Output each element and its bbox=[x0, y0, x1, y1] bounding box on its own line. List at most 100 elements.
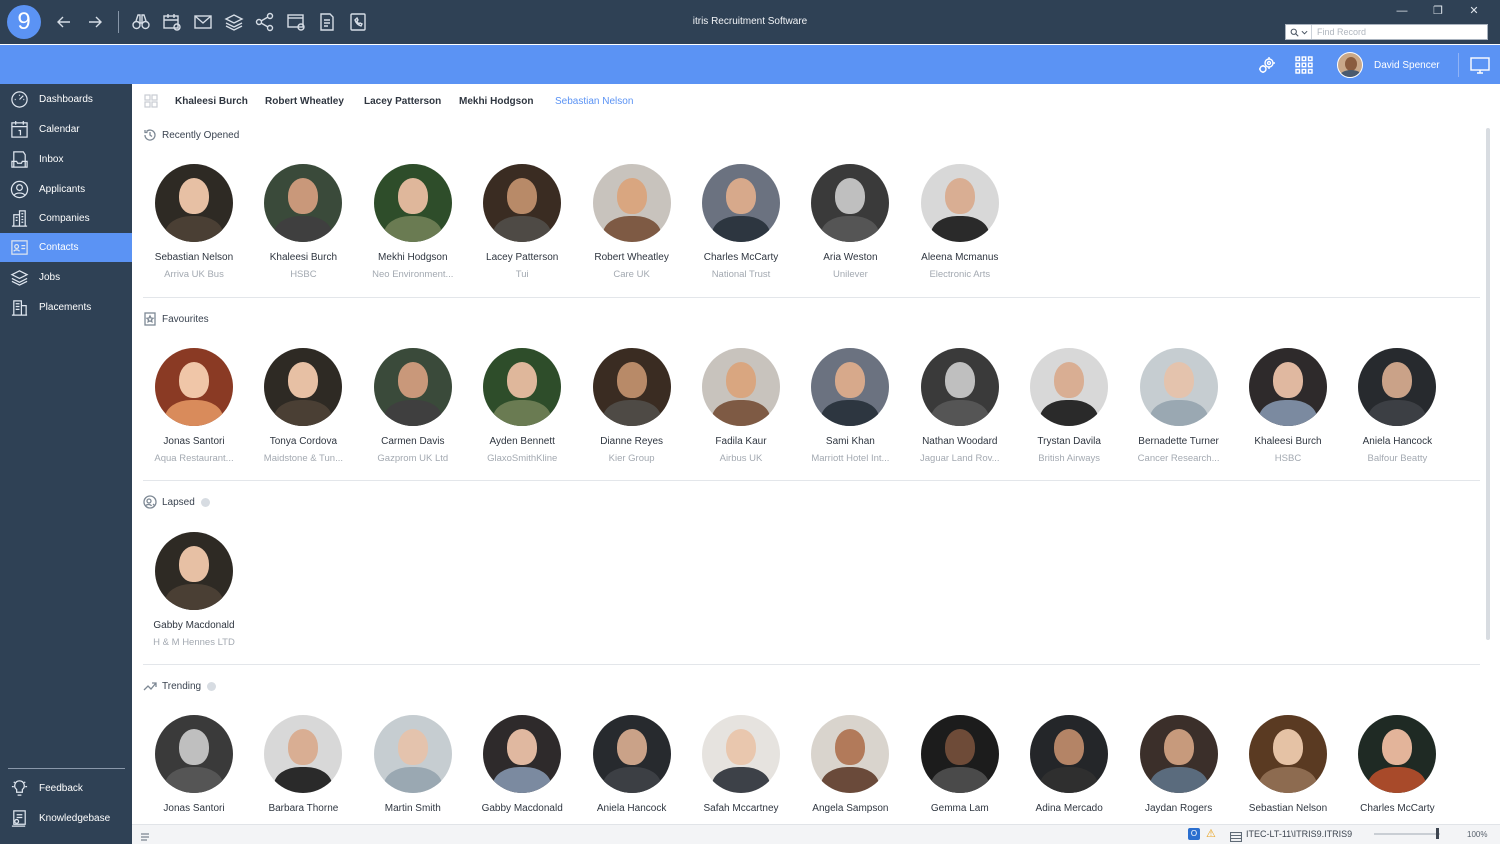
contact-name[interactable]: Aria Weston bbox=[795, 252, 905, 263]
info-icon[interactable] bbox=[207, 681, 217, 691]
sidebar-item-feedback[interactable]: Feedback bbox=[0, 774, 132, 803]
sidebar-item-applicants[interactable]: Applicants bbox=[0, 175, 132, 204]
contact-card[interactable]: Mekhi Hodgson Neo Environment... bbox=[358, 164, 468, 280]
contact-card[interactable]: Gabby Macdonald bbox=[467, 715, 577, 814]
contact-name[interactable]: Sami Khan bbox=[795, 436, 905, 447]
settings-gears-icon[interactable] bbox=[1257, 55, 1277, 75]
contact-name[interactable]: Robert Wheatley bbox=[577, 252, 687, 263]
contact-card[interactable]: Nathan Woodard Jaguar Land Rov... bbox=[905, 348, 1015, 464]
contact-avatar[interactable] bbox=[373, 164, 452, 242]
contact-avatar[interactable] bbox=[155, 715, 233, 793]
sidebar-item-calendar[interactable]: Calendar bbox=[0, 115, 132, 144]
menu-icon[interactable] bbox=[140, 829, 150, 841]
warning-icon[interactable]: ⚠ bbox=[1206, 827, 1216, 840]
contact-card[interactable]: Charles McCarty bbox=[1342, 715, 1452, 814]
contact-avatar[interactable] bbox=[811, 348, 890, 426]
contact-name[interactable]: Safah Mccartney bbox=[686, 803, 796, 814]
contact-name[interactable]: Gemma Lam bbox=[905, 803, 1015, 814]
sidebar-item-dashboards[interactable]: Dashboards bbox=[0, 85, 132, 114]
user-avatar[interactable] bbox=[1337, 52, 1363, 78]
sidebar-item-jobs[interactable]: Jobs bbox=[0, 263, 132, 292]
contact-avatar[interactable] bbox=[373, 715, 452, 793]
contact-avatar[interactable] bbox=[920, 715, 999, 793]
contact-card[interactable]: Fadila Kaur Airbus UK bbox=[686, 348, 796, 464]
contact-avatar[interactable] bbox=[920, 164, 999, 242]
contact-name[interactable]: Sebastian Nelson bbox=[1233, 803, 1343, 814]
contact-avatar[interactable] bbox=[592, 348, 671, 426]
contact-name[interactable]: Martin Smith bbox=[358, 803, 468, 814]
contact-card[interactable]: Aniela Hancock Balfour Beatty bbox=[1342, 348, 1452, 464]
sidebar-item-placements[interactable]: Placements bbox=[0, 293, 132, 322]
contact-avatar[interactable] bbox=[155, 532, 233, 610]
contact-name[interactable]: Ayden Bennett bbox=[467, 436, 577, 447]
contact-card[interactable]: Aria Weston Unilever bbox=[795, 164, 905, 280]
contact-name[interactable]: Jaydan Rogers bbox=[1124, 803, 1234, 814]
contact-name[interactable]: Bernadette Turner bbox=[1124, 436, 1234, 447]
contact-card[interactable]: Charles McCarty National Trust bbox=[686, 164, 796, 280]
tab-grid-icon[interactable] bbox=[144, 94, 158, 108]
contact-name[interactable]: Trystan Davila bbox=[1014, 436, 1124, 447]
contact-name[interactable]: Carmen Davis bbox=[358, 436, 468, 447]
contact-name[interactable]: Charles McCarty bbox=[686, 252, 796, 263]
contact-avatar[interactable] bbox=[1139, 348, 1218, 426]
contact-avatar[interactable] bbox=[811, 715, 890, 793]
tab-robert-wheatley[interactable]: Robert Wheatley bbox=[265, 96, 344, 107]
contact-card[interactable]: Jonas Santori bbox=[139, 715, 249, 814]
tab-lacey-patterson[interactable]: Lacey Patterson bbox=[364, 96, 441, 107]
contact-name[interactable]: Dianne Reyes bbox=[577, 436, 687, 447]
contact-name[interactable]: Angela Sampson bbox=[795, 803, 905, 814]
contact-name[interactable]: Aniela Hancock bbox=[577, 803, 687, 814]
contact-card[interactable]: Khaleesi Burch HSBC bbox=[248, 164, 358, 280]
contact-card[interactable]: Tonya Cordova Maidstone & Tun... bbox=[248, 348, 358, 464]
contact-name[interactable]: Tonya Cordova bbox=[248, 436, 358, 447]
app-grid-icon[interactable] bbox=[1294, 55, 1314, 75]
contact-avatar[interactable] bbox=[264, 348, 343, 426]
contact-card[interactable]: Gabby Macdonald H & M Hennes LTD bbox=[139, 532, 249, 648]
contact-avatar[interactable] bbox=[155, 348, 233, 426]
sidebar-item-inbox[interactable]: Inbox bbox=[0, 145, 132, 174]
contact-card[interactable]: Aniela Hancock bbox=[577, 715, 687, 814]
contact-avatar[interactable] bbox=[702, 715, 780, 793]
contact-avatar[interactable] bbox=[920, 348, 999, 426]
contact-card[interactable]: Safah Mccartney bbox=[686, 715, 796, 814]
contact-avatar[interactable] bbox=[264, 164, 343, 242]
contact-card[interactable]: Martin Smith bbox=[358, 715, 468, 814]
contact-name[interactable]: Fadila Kaur bbox=[686, 436, 796, 447]
contact-avatar[interactable] bbox=[702, 164, 780, 242]
monitor-icon[interactable] bbox=[1470, 55, 1490, 75]
tab-sebastian-nelson[interactable]: Sebastian Nelson bbox=[555, 96, 633, 107]
contact-card[interactable]: Jonas Santori Aqua Restaurant... bbox=[139, 348, 249, 464]
contact-avatar[interactable] bbox=[702, 348, 780, 426]
contact-avatar[interactable] bbox=[1030, 348, 1109, 426]
contact-avatar[interactable] bbox=[1358, 348, 1437, 426]
contact-card[interactable]: Jaydan Rogers bbox=[1124, 715, 1234, 814]
contact-card[interactable]: Gemma Lam bbox=[905, 715, 1015, 814]
contact-avatar[interactable] bbox=[592, 164, 671, 242]
contact-name[interactable]: Sebastian Nelson bbox=[139, 252, 249, 263]
restore-button[interactable]: ❐ bbox=[1420, 2, 1456, 20]
contact-name[interactable]: Barbara Thorne bbox=[248, 803, 358, 814]
tab-khaleesi-burch[interactable]: Khaleesi Burch bbox=[175, 96, 248, 107]
sidebar-item-companies[interactable]: Companies bbox=[0, 204, 132, 233]
contact-card[interactable]: Bernadette Turner Cancer Research... bbox=[1124, 348, 1234, 464]
sidebar-item-knowledgebase[interactable]: Knowledgebase bbox=[0, 804, 132, 833]
contact-name[interactable]: Nathan Woodard bbox=[905, 436, 1015, 447]
contact-card[interactable]: Sebastian Nelson bbox=[1233, 715, 1343, 814]
search-scope-dropdown[interactable] bbox=[1286, 25, 1312, 39]
vertical-scrollbar[interactable] bbox=[1486, 128, 1490, 640]
contact-avatar[interactable] bbox=[483, 348, 562, 426]
find-record-input[interactable] bbox=[1312, 27, 1482, 37]
user-name[interactable]: David Spencer bbox=[1374, 60, 1440, 71]
contact-avatar[interactable] bbox=[483, 715, 562, 793]
contact-avatar[interactable] bbox=[1249, 715, 1327, 793]
contact-avatar[interactable] bbox=[155, 164, 233, 242]
contact-name[interactable]: Gabby Macdonald bbox=[139, 620, 249, 631]
contact-avatar[interactable] bbox=[1139, 715, 1218, 793]
contact-card[interactable]: Ayden Bennett GlaxoSmithKline bbox=[467, 348, 577, 464]
contact-card[interactable]: Dianne Reyes Kier Group bbox=[577, 348, 687, 464]
contact-name[interactable]: Charles McCarty bbox=[1342, 803, 1452, 814]
contact-card[interactable]: Trystan Davila British Airways bbox=[1014, 348, 1124, 464]
sidebar-item-contacts[interactable]: Contacts bbox=[0, 233, 132, 262]
contact-name[interactable]: Khaleesi Burch bbox=[1233, 436, 1343, 447]
contact-avatar[interactable] bbox=[1030, 715, 1109, 793]
